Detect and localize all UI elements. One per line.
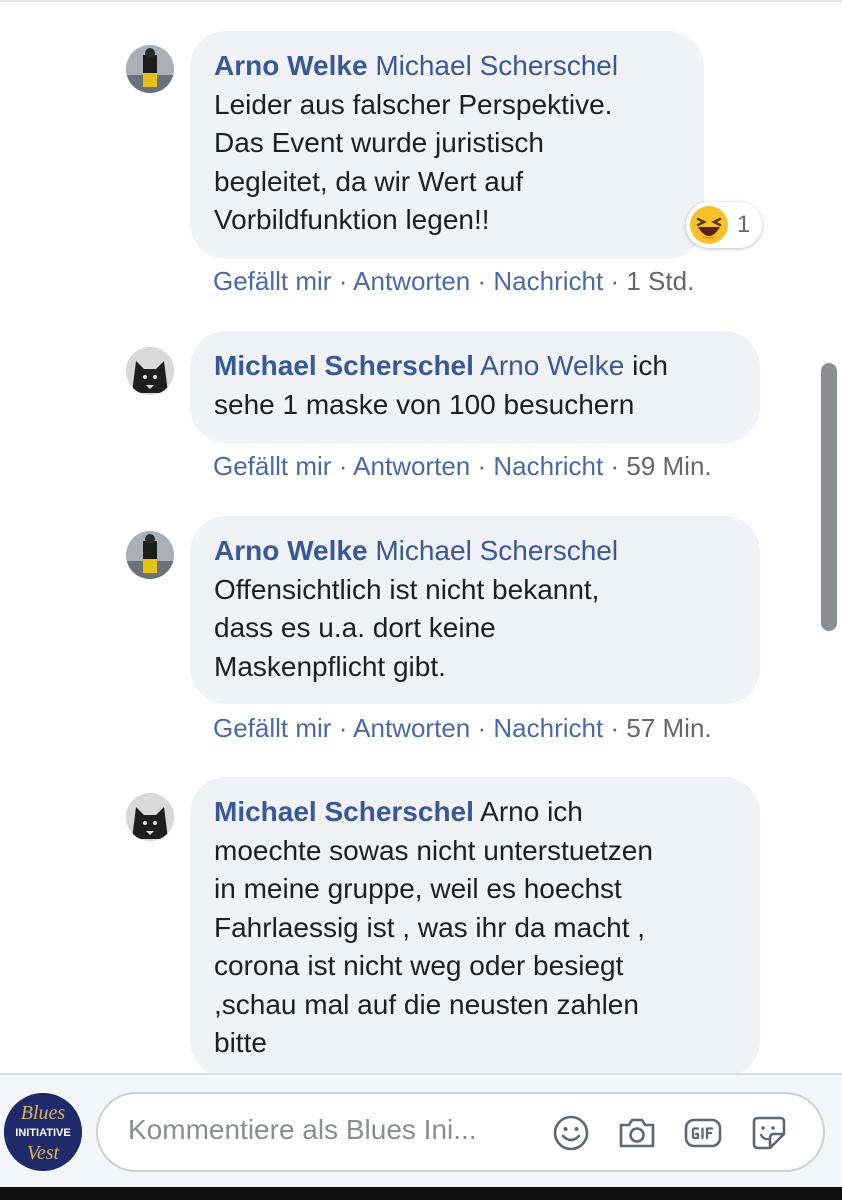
separator: · — [338, 451, 348, 481]
comment-author[interactable]: Arno Welke — [214, 50, 368, 81]
bottom-bar — [0, 1187, 842, 1200]
page-avatar-blues-initiative-vest[interactable]: Blues INITIATIVE Vest — [4, 1093, 82, 1171]
gif-icon[interactable] — [682, 1112, 724, 1154]
logo-text-blues: Blues — [21, 1102, 66, 1124]
comment-line: corona ist nicht weg oder besiegt — [214, 950, 624, 981]
comment-actions: Gefällt mir · Antworten · Nachricht · 59… — [213, 451, 712, 482]
reaction-summary[interactable]: 1 — [686, 202, 762, 248]
separator: · — [477, 266, 487, 296]
comment-line: Offensichtlich ist nicht bekannt, — [214, 573, 600, 605]
comment-bubble: Arno Welke Michael Scherschel Offensicht… — [190, 516, 760, 704]
like-link[interactable]: Gefällt mir — [213, 266, 331, 296]
comment-timestamp[interactable]: 57 Min. — [626, 713, 711, 743]
comment-line: Das Event wurde juristisch — [214, 127, 544, 158]
comment-author[interactable]: Michael Scherschel — [214, 350, 474, 381]
comment-input[interactable]: Kommentiere als Blues Ini... — [96, 1092, 825, 1172]
comment-author[interactable]: Arno Welke — [214, 535, 368, 566]
comment-actions: Gefällt mir · Antworten · Nachricht · 57… — [213, 713, 712, 744]
comment-timestamp[interactable]: 1 Std. — [626, 266, 694, 296]
separator: · — [338, 266, 348, 296]
separator: · — [610, 451, 620, 481]
comment-bubble: Michael Scherschel Arno ich moechte sowa… — [190, 777, 760, 1077]
comment-line: moechte sowas nicht unterstuetzen — [214, 834, 653, 866]
like-link[interactable]: Gefällt mir — [213, 451, 331, 481]
haha-emoji-icon — [690, 206, 728, 244]
comment-line: Arno ich — [473, 796, 583, 827]
comment-mention[interactable]: Michael Scherschel — [375, 50, 618, 81]
logo-text-initiative: INITIATIVE — [15, 1127, 70, 1139]
message-link[interactable]: Nachricht — [493, 451, 603, 481]
reply-link[interactable]: Antworten — [353, 451, 470, 481]
avatar-arno-welke[interactable] — [126, 45, 174, 93]
comment-text: Michael Scherschel Arno Welke ich sehe 1… — [214, 347, 736, 424]
comment-line: ich — [624, 350, 668, 381]
comment-line: dass es u.a. dort keine — [214, 612, 496, 643]
avatar-arno-welke[interactable] — [126, 531, 174, 579]
logo-text-vest: Vest — [27, 1142, 60, 1164]
avatar-michael-scherschel[interactable] — [126, 793, 174, 841]
comment-text: Arno Welke Michael Scherschel Leider aus… — [214, 47, 680, 240]
reply-link[interactable]: Antworten — [353, 713, 470, 743]
comment-line: Fahrlaessig ist , was ihr da macht , — [214, 911, 646, 943]
emoji-icon[interactable] — [550, 1112, 592, 1154]
reply-link[interactable]: Antworten — [353, 266, 470, 296]
separator: · — [477, 713, 487, 743]
separator: · — [477, 451, 487, 481]
comment-input-placeholder: Kommentiere als Blues Ini... — [128, 1114, 477, 1145]
top-divider — [0, 0, 842, 2]
scrollbar-thumb[interactable] — [821, 363, 837, 631]
comment-text: Michael Scherschel Arno ich moechte sowa… — [214, 793, 736, 1063]
comment-line: ,schau mal auf die neusten zahlen — [214, 988, 639, 1020]
comment-mention[interactable]: Arno Welke — [480, 350, 624, 381]
reaction-count: 1 — [737, 211, 751, 238]
comment-line: sehe 1 maske von 100 besuchern — [214, 388, 635, 420]
message-link[interactable]: Nachricht — [493, 713, 603, 743]
separator: · — [338, 713, 348, 743]
separator: · — [610, 713, 620, 743]
comment-actions: Gefällt mir · Antworten · Nachricht · 1 … — [213, 266, 694, 297]
comment-text: Arno Welke Michael Scherschel Offensicht… — [214, 532, 736, 686]
comment-line: begleitet, da wir Wert auf — [214, 165, 524, 197]
comment-line: in meine gruppe, weil es hoechst — [214, 873, 622, 904]
comment-bubble: Michael Scherschel Arno Welke ich sehe 1… — [190, 331, 760, 443]
comment-bubble: Arno Welke Michael Scherschel Leider aus… — [190, 31, 704, 259]
avatar-michael-scherschel[interactable] — [126, 347, 174, 395]
comment-line: Maskenpflicht gibt. — [214, 650, 446, 682]
like-link[interactable]: Gefällt mir — [213, 713, 331, 743]
comment-line: Vorbildfunktion legen!! — [214, 204, 490, 235]
comment-mention[interactable]: Michael Scherschel — [375, 535, 618, 566]
comment-author[interactable]: Michael Scherschel — [214, 796, 474, 827]
comment-line: bitte — [214, 1027, 267, 1058]
comment-line: Leider aus falscher Perspektive. — [214, 88, 613, 120]
comment-timestamp[interactable]: 59 Min. — [626, 451, 711, 481]
camera-icon[interactable] — [616, 1112, 658, 1154]
sticker-icon[interactable] — [748, 1112, 790, 1154]
separator: · — [610, 266, 620, 296]
message-link[interactable]: Nachricht — [493, 266, 603, 296]
